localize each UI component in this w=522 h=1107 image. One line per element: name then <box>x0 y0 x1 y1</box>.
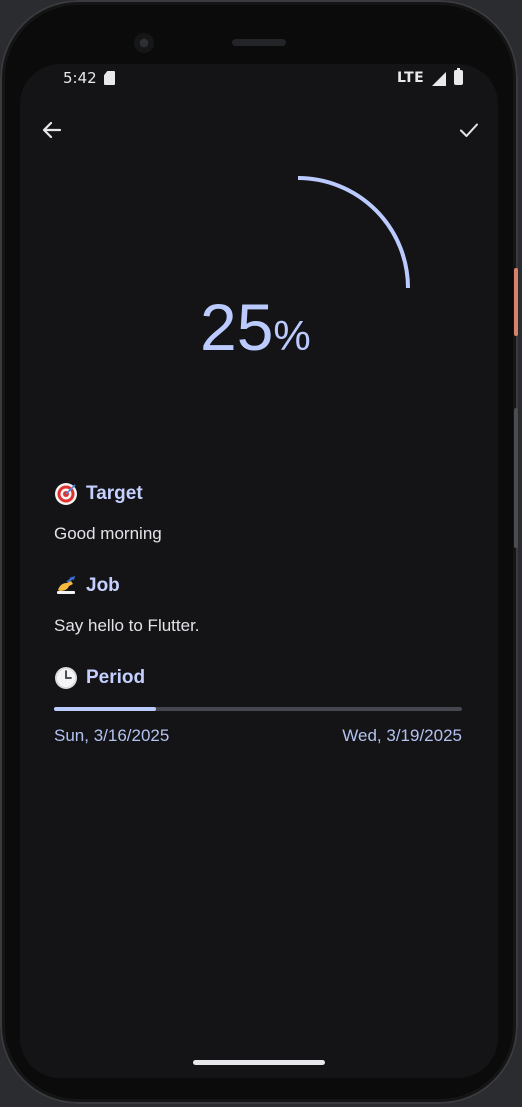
period-heading: Period <box>54 666 145 690</box>
app-bar <box>20 108 498 148</box>
volume-button[interactable] <box>514 408 518 548</box>
period-title: Period <box>86 667 146 688</box>
sd-card-icon <box>104 71 115 85</box>
job-heading: Job <box>54 574 120 598</box>
back-button[interactable] <box>38 116 66 144</box>
target-heading: Target <box>54 482 143 506</box>
progress-ring <box>297 176 410 289</box>
direct-hit-icon <box>55 483 77 505</box>
arrow-left-icon <box>42 121 62 139</box>
confirm-button[interactable] <box>455 116 483 144</box>
front-camera <box>134 33 154 53</box>
target-text: Good morning <box>54 524 162 543</box>
phone-frame: 5:42 LTE 25% Target Good morning Job Say… <box>0 0 518 1104</box>
home-indicator[interactable] <box>193 1060 325 1065</box>
progress-arc <box>297 176 410 289</box>
earpiece-speaker <box>232 39 286 46</box>
job-title: Job <box>86 575 120 596</box>
power-button[interactable] <box>514 268 518 336</box>
battery-icon <box>454 68 463 85</box>
status-bar: 5:42 LTE <box>20 64 498 94</box>
progress-percent: 25% <box>200 289 311 365</box>
signal-icon <box>432 72 446 86</box>
percent-sign: % <box>273 312 311 359</box>
writing-hand-icon <box>57 576 75 594</box>
period-progress-track <box>54 707 462 711</box>
job-text: Say hello to Flutter. <box>54 616 200 635</box>
percent-value: 25 <box>200 290 274 364</box>
status-time: 5:42 <box>63 69 97 87</box>
app-screen: 5:42 LTE 25% Target Good morning Job Say… <box>20 64 498 1078</box>
clock-icon <box>55 667 77 689</box>
network-type: LTE <box>397 70 425 86</box>
period-start-date: Sun, 3/16/2025 <box>54 726 170 745</box>
target-title: Target <box>86 483 143 504</box>
period-end-date: Wed, 3/19/2025 <box>342 726 462 745</box>
check-icon <box>460 123 478 137</box>
period-progress-fill <box>54 707 156 711</box>
